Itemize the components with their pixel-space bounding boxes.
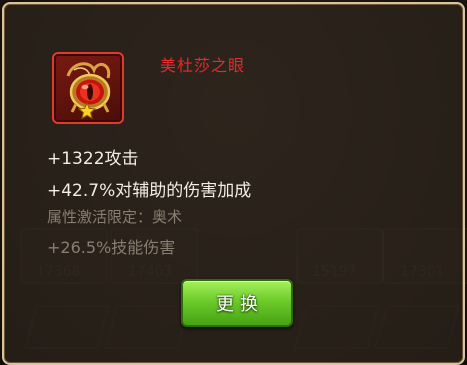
stat-attack: +1322攻击	[47, 149, 139, 169]
item-icon-frame[interactable]	[52, 52, 124, 124]
stat-assist-damage-bonus: +42.7%对辅助的伤害加成	[47, 181, 252, 201]
change-button-label: 更换	[216, 294, 264, 315]
game-screen: 17368 17403 15197 17301 美杜莎之眼 +1322攻击 +4…	[0, 0, 467, 365]
stat-skill-damage: +26.5%技能伤害	[47, 238, 176, 257]
item-name: 美杜莎之眼	[160, 56, 246, 75]
stat-activation-requirement: 属性激活限定：奥术	[47, 208, 183, 226]
star-icon	[78, 102, 96, 120]
change-button[interactable]: 更换	[181, 279, 293, 327]
